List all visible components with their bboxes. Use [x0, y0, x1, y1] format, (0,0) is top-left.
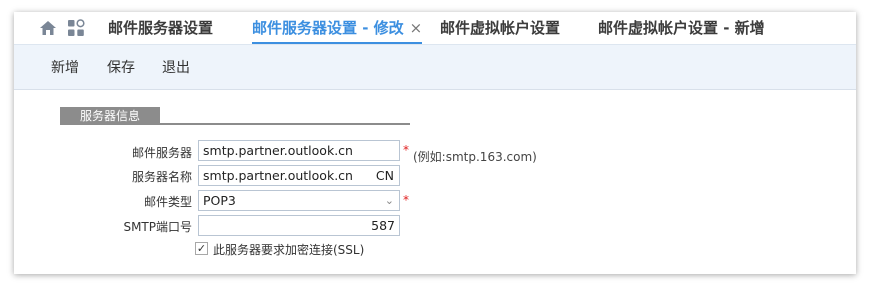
smtp-port-input[interactable]: 587 — [198, 215, 400, 236]
tab-mail-server-settings[interactable]: 邮件服务器设置 — [108, 12, 213, 44]
mail-server-hint: (例如:smtp.163.com) — [413, 150, 537, 164]
required-marker: * — [403, 193, 409, 207]
tab-mail-server-settings-edit[interactable]: 邮件服务器设置 - 修改 × — [252, 12, 423, 44]
mail-server-input[interactable]: smtp.partner.outlook.cn — [198, 140, 400, 161]
tab-label: 邮件服务器设置 — [108, 19, 214, 37]
toolbar: 新增 保存 退出 — [14, 44, 856, 90]
server-name-value: smtp.partner.outlook.cn — [203, 168, 353, 183]
chevron-down-icon: ⌄ — [384, 194, 394, 207]
tab-virtual-account-settings[interactable]: 邮件虚拟帐户设置 — [440, 12, 560, 44]
new-button[interactable]: 新增 — [51, 45, 79, 91]
check-icon: ✓ — [196, 242, 207, 255]
save-button[interactable]: 保存 — [107, 45, 135, 91]
server-name-input[interactable]: smtp.partner.outlook.cn CN — [198, 165, 400, 186]
smtp-port-label: SMTP端口号 — [123, 220, 192, 234]
apps-grid-icon[interactable] — [67, 19, 85, 37]
ssl-checkbox[interactable]: ✓ — [195, 242, 208, 255]
home-icon[interactable] — [39, 19, 57, 37]
tab-close-icon[interactable]: × — [410, 19, 423, 37]
app-window: 邮件服务器设置 邮件服务器设置 - 修改 × 邮件虚拟帐户设置 邮件虚拟帐户设置 … — [14, 12, 856, 274]
tab-bar: 邮件服务器设置 邮件服务器设置 - 修改 × 邮件虚拟帐户设置 邮件虚拟帐户设置 … — [14, 12, 856, 44]
server-name-suffix: CN — [375, 168, 394, 183]
mail-type-select[interactable]: POP3 ⌄ — [198, 190, 400, 211]
mail-server-value: smtp.partner.outlook.cn — [203, 143, 353, 158]
section-header: 服务器信息 — [60, 107, 410, 125]
mail-type-label: 邮件类型 — [143, 195, 192, 209]
section-title: 服务器信息 — [60, 107, 160, 125]
exit-button[interactable]: 退出 — [162, 45, 190, 91]
tab-virtual-account-settings-new[interactable]: 邮件虚拟帐户设置 - 新增 — [598, 12, 765, 44]
tab-label: 邮件虚拟帐户设置 — [440, 19, 561, 37]
tab-label: 邮件服务器设置 - 修改 — [252, 19, 404, 37]
required-marker: * — [403, 143, 409, 157]
mail-type-value: POP3 — [203, 193, 236, 208]
smtp-port-value: 587 — [371, 218, 395, 233]
ssl-label: 此服务器要求加密连接(SSL) — [213, 243, 365, 257]
mail-server-label: 邮件服务器 — [131, 146, 192, 160]
server-name-label: 服务器名称 — [131, 170, 192, 184]
tab-label: 邮件虚拟帐户设置 - 新增 — [598, 19, 765, 37]
